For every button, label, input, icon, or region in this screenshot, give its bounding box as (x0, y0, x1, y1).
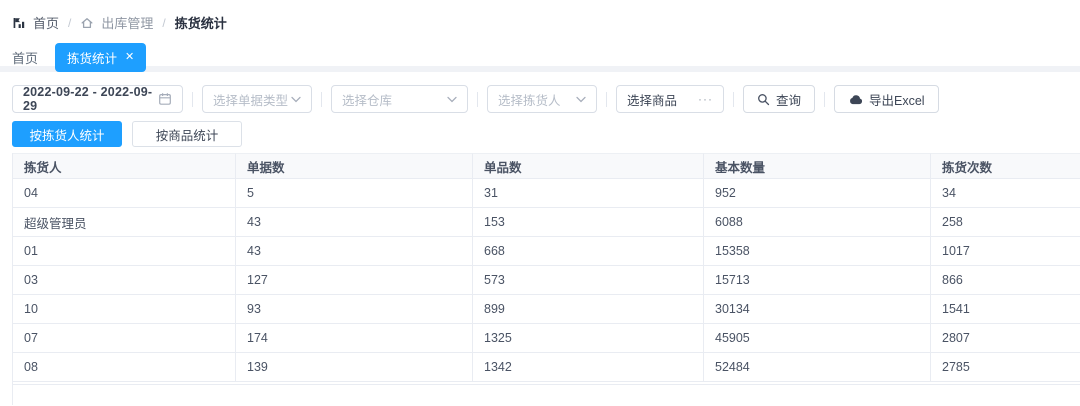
product-select[interactable]: 选择商品 ··· (616, 85, 724, 113)
cell-bill-count: 43 (236, 237, 473, 266)
cell-picker: 07 (13, 324, 236, 353)
close-icon[interactable]: ✕ (125, 52, 134, 63)
breadcrumb: 首页 / 出库管理 / 拣货统计 (0, 0, 1080, 32)
product-select-value: 选择商品 (627, 90, 677, 109)
search-icon (757, 93, 770, 106)
breadcrumb-current-page: 拣货统计 (175, 13, 227, 32)
cell-item-count: 899 (473, 295, 704, 324)
filter-separator (477, 92, 478, 107)
tab-picking-stats-label: 拣货统计 (67, 48, 117, 67)
table-row: 超级管理员 43 153 6088 258 (13, 208, 1080, 237)
tab-home[interactable]: 首页 (12, 44, 38, 71)
chevron-down-icon (576, 96, 586, 103)
cell-picker: 10 (13, 295, 236, 324)
picker-placeholder: 选择拣货人 (498, 90, 561, 109)
cell-bill-count: 139 (236, 353, 473, 382)
tab-picking-stats[interactable]: 拣货统计 ✕ (55, 43, 146, 72)
cell-pick-times: 1017 (931, 237, 1080, 266)
cell-item-count: 1342 (473, 353, 704, 382)
table-row: 01 43 668 15358 1017 (13, 237, 1080, 266)
column-header-item-count: 单品数 (473, 153, 704, 179)
cell-pick-times: 866 (931, 266, 1080, 295)
cell-pick-times: 1541 (931, 295, 1080, 324)
cell-picker: 01 (13, 237, 236, 266)
breadcrumb-separator: / (160, 16, 167, 30)
table-row: 07 174 1325 45905 2807 (13, 324, 1080, 353)
table-row: 03 127 573 15713 866 (13, 266, 1080, 295)
cell-item-count: 573 (473, 266, 704, 295)
calendar-icon (158, 92, 172, 106)
date-range-input[interactable]: 2022-09-22 - 2022-09-29 (12, 85, 183, 113)
date-range-value: 2022-09-22 - 2022-09-29 (23, 85, 158, 113)
column-header-bill-count: 单据数 (236, 153, 473, 179)
cell-base-qty: 52484 (704, 353, 931, 382)
table-bottom-line (13, 382, 1080, 385)
cell-picker: 04 (13, 179, 236, 208)
cell-picker: 08 (13, 353, 236, 382)
filter-separator (321, 92, 322, 107)
search-button[interactable]: 查询 (743, 85, 815, 113)
cell-item-count: 153 (473, 208, 704, 237)
toggle-by-product[interactable]: 按商品统计 (132, 121, 242, 147)
table-header-row: 拣货人 单据数 单品数 基本数量 拣货次数 (13, 153, 1080, 179)
cell-bill-count: 127 (236, 266, 473, 295)
column-header-picker: 拣货人 (13, 153, 236, 179)
filter-separator (824, 92, 825, 107)
cell-pick-times: 2807 (931, 324, 1080, 353)
filter-separator (606, 92, 607, 107)
stats-table: 拣货人 单据数 单品数 基本数量 拣货次数 04 5 31 952 34 超级管… (12, 153, 1080, 405)
table-row: 04 5 31 952 34 (13, 179, 1080, 208)
cell-pick-times: 34 (931, 179, 1080, 208)
cell-pick-times: 258 (931, 208, 1080, 237)
cell-picker: 03 (13, 266, 236, 295)
dashboard-icon (12, 16, 26, 30)
picker-select[interactable]: 选择拣货人 (487, 85, 597, 113)
breadcrumb-separator: / (66, 16, 73, 30)
filter-bar: 2022-09-22 - 2022-09-29 选择单据类型 选择仓库 (12, 85, 1080, 113)
ellipsis-icon: ··· (698, 92, 713, 106)
breadcrumb-outbound-mgmt[interactable]: 出库管理 (101, 13, 153, 32)
home-icon (80, 16, 94, 30)
cell-base-qty: 45905 (704, 324, 931, 353)
chevron-down-icon (291, 96, 301, 103)
cell-base-qty: 6088 (704, 208, 931, 237)
filter-separator (733, 92, 734, 107)
cell-base-qty: 30134 (704, 295, 931, 324)
cell-base-qty: 952 (704, 179, 931, 208)
cell-item-count: 668 (473, 237, 704, 266)
cell-picker: 超级管理员 (13, 208, 236, 237)
breadcrumb-home[interactable]: 首页 (33, 13, 59, 32)
cell-item-count: 31 (473, 179, 704, 208)
column-header-pick-times: 拣货次数 (931, 153, 1080, 179)
bill-type-placeholder: 选择单据类型 (213, 90, 288, 109)
bill-type-select[interactable]: 选择单据类型 (202, 85, 312, 113)
cloud-icon (848, 94, 863, 105)
cell-pick-times: 2785 (931, 353, 1080, 382)
warehouse-select[interactable]: 选择仓库 (331, 85, 468, 113)
table-row: 10 93 899 30134 1541 (13, 295, 1080, 324)
stats-view-toggle: 按拣货人统计 按商品统计 (12, 121, 1080, 147)
cell-base-qty: 15713 (704, 266, 931, 295)
cell-bill-count: 43 (236, 208, 473, 237)
warehouse-placeholder: 选择仓库 (342, 90, 392, 109)
cell-base-qty: 15358 (704, 237, 931, 266)
cell-bill-count: 5 (236, 179, 473, 208)
chevron-down-icon (447, 96, 457, 103)
cell-bill-count: 174 (236, 324, 473, 353)
filter-separator (192, 92, 193, 107)
cell-item-count: 1325 (473, 324, 704, 353)
cell-bill-count: 93 (236, 295, 473, 324)
export-excel-button[interactable]: 导出Excel (834, 85, 939, 113)
page-content: 2022-09-22 - 2022-09-29 选择单据类型 选择仓库 (0, 72, 1080, 405)
column-header-base-qty: 基本数量 (704, 153, 931, 179)
search-button-label: 查询 (776, 90, 801, 109)
toggle-by-picker[interactable]: 按拣货人统计 (12, 121, 122, 147)
export-excel-label: 导出Excel (869, 90, 925, 109)
top-bar: 首页 / 出库管理 / 拣货统计 首页 拣货统计 ✕ (0, 0, 1080, 66)
table-row: 08 139 1342 52484 2785 (13, 353, 1080, 382)
